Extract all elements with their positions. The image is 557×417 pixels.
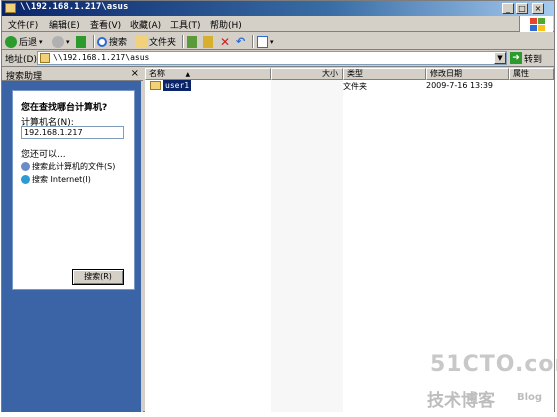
menu-favorites[interactable]: 收藏(A) <box>130 18 161 31</box>
menu-tools[interactable]: 工具(T) <box>170 18 201 31</box>
maximize-button[interactable]: □ <box>516 3 528 14</box>
search-question: 您在查找哪台计算机? <box>21 103 108 113</box>
column-header-attributes[interactable]: 属性 <box>509 68 554 80</box>
go-arrow-icon: ➜ <box>510 52 522 64</box>
close-button[interactable]: × <box>532 3 544 14</box>
folders-button[interactable]: 文件夹 <box>135 34 176 49</box>
search-files-label: 搜索此计算机的文件(S) <box>32 162 116 171</box>
folders-icon <box>135 35 147 48</box>
pane-close-button[interactable]: × <box>131 68 139 79</box>
item-type: 文件夹 <box>343 82 367 91</box>
move-to-button[interactable] <box>187 34 199 49</box>
menu-file[interactable]: 文件(F) <box>8 18 38 31</box>
address-value: \\192.168.1.217\asus <box>53 53 150 62</box>
search-icon <box>97 36 107 47</box>
column-header-modified[interactable]: 修改日期 <box>426 68 509 80</box>
menu-bar: 文件(F) 编辑(E) 查看(V) 收藏(A) 工具(T) 帮助(H) <box>2 16 554 32</box>
column-header-name[interactable]: 名称 ▲ <box>145 68 271 80</box>
toolbar-separator <box>182 35 184 48</box>
back-button[interactable]: 后退 ▾ <box>5 34 43 49</box>
toolbar-separator <box>252 35 254 48</box>
column-shade <box>271 80 343 412</box>
watermark-subtitle: 技术博客 <box>427 391 495 411</box>
back-label: 后退 <box>19 38 38 48</box>
title-bar[interactable]: \\192.168.1.217\asus _ □ × <box>2 1 554 16</box>
undo-button[interactable]: ↶ <box>236 34 245 49</box>
back-arrow-icon <box>5 35 17 48</box>
delete-button[interactable]: ✕ <box>220 34 230 49</box>
menu-view[interactable]: 查看(V) <box>90 18 121 31</box>
column-header-type[interactable]: 类型 <box>343 68 426 80</box>
address-label: 地址(D) <box>5 55 37 65</box>
forward-button[interactable]: ▾ <box>52 34 70 49</box>
folders-label: 文件夹 <box>149 38 177 48</box>
go-label: 转到 <box>524 54 543 65</box>
search-card: 您在查找哪台计算机? 计算机名(N): 您还可以... 搜索此计算机的文件(S)… <box>12 90 135 290</box>
search-button[interactable]: 搜索 <box>97 34 127 49</box>
copy-to-icon <box>203 35 213 48</box>
move-to-icon <box>187 35 197 48</box>
address-dropdown-button[interactable]: ▼ <box>494 52 506 64</box>
watermark-logo: 51CTO.com <box>430 352 557 377</box>
up-arrow-icon <box>76 35 86 48</box>
also-label: 您还可以... <box>21 150 66 160</box>
forward-arrow-icon <box>52 35 64 48</box>
column-header-size[interactable]: 大小 <box>271 68 343 80</box>
address-bar: 地址(D) \\192.168.1.217\asus ▼ ➜ 转到 <box>2 50 554 67</box>
search-internet-link[interactable]: 搜索 Internet(I) <box>21 174 91 185</box>
pane-header: 搜索助理 × <box>2 68 143 82</box>
address-input[interactable]: \\192.168.1.217\asus ▼ <box>37 51 507 65</box>
undo-icon: ↶ <box>236 35 246 48</box>
explorer-window: \\192.168.1.217\asus _ □ × 文件(F) 编辑(E) 查… <box>1 0 555 412</box>
chevron-down-icon: ▾ <box>270 37 274 46</box>
chevron-down-icon: ▾ <box>66 37 70 46</box>
chevron-down-icon: ▾ <box>39 37 43 46</box>
search-submit-button[interactable]: 搜索(R) <box>72 269 124 285</box>
item-name: user1 <box>163 80 192 91</box>
search-label: 搜索 <box>109 38 128 48</box>
menu-help[interactable]: 帮助(H) <box>210 18 242 31</box>
sort-ascending-icon: ▲ <box>185 71 191 78</box>
windows-logo-icon <box>519 16 553 32</box>
toolbar-separator <box>93 35 95 48</box>
views-button[interactable]: ▾ <box>257 34 274 49</box>
folder-icon <box>150 81 161 90</box>
up-folder-button[interactable] <box>76 34 88 49</box>
search-computer-icon <box>21 162 30 171</box>
go-button[interactable]: ➜ 转到 <box>510 51 542 65</box>
copy-to-button[interactable] <box>203 34 215 49</box>
network-folder-icon <box>40 53 50 63</box>
internet-globe-icon <box>21 175 30 184</box>
list-item[interactable]: user1 文件夹 2009-7-16 13:39 <box>145 80 554 92</box>
menu-edit[interactable]: 编辑(E) <box>49 18 80 31</box>
column-name-label: 名称 <box>149 69 165 78</box>
delete-icon: ✕ <box>220 34 231 49</box>
views-icon <box>257 35 268 48</box>
search-files-link[interactable]: 搜索此计算机的文件(S) <box>21 161 115 172</box>
minimize-button[interactable]: _ <box>502 3 514 14</box>
search-internet-label: 搜索 Internet(I) <box>32 175 91 184</box>
pane-title: 搜索助理 <box>6 72 43 82</box>
search-companion-pane: 搜索助理 × 您在查找哪台计算机? 计算机名(N): 您还可以... 搜索此计算… <box>2 68 143 412</box>
window-title: \\192.168.1.217\asus <box>20 2 129 12</box>
watermark-blog: Blog <box>517 392 543 403</box>
toolbar: 后退 ▾ ▾ 搜索 文件夹 ✕ ↶ ▾ <box>2 33 554 50</box>
computer-name-input[interactable] <box>21 126 124 139</box>
folder-icon <box>5 3 16 13</box>
item-modified: 2009-7-16 13:39 <box>426 81 493 90</box>
